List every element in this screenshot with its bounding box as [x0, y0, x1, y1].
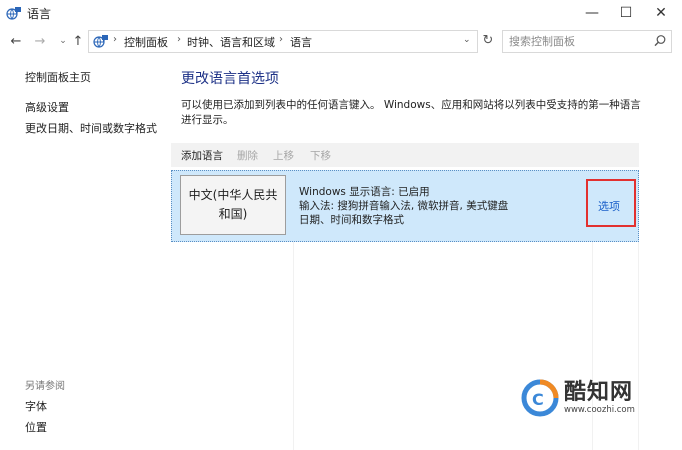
breadcrumb-clock-language-region[interactable]: 时钟、语言和区域 [187, 34, 275, 50]
search-input[interactable] [509, 33, 649, 49]
up-button[interactable]: ↑ [70, 32, 86, 50]
sidebar-date-time-format-link[interactable]: 更改日期、时间或数字格式 [25, 120, 157, 136]
control-panel-icon [93, 35, 108, 48]
watermark-url: www.coozhi.com [564, 405, 635, 415]
maximize-button[interactable]: ☐ [609, 0, 643, 26]
breadcrumb-separator: › [279, 34, 283, 45]
minimize-button[interactable]: — [575, 0, 609, 26]
see-also-location-link[interactable]: 位置 [25, 419, 47, 435]
refresh-button[interactable]: ↻ [478, 30, 498, 51]
breadcrumb-control-panel[interactable]: 控制面板 [124, 34, 168, 50]
close-button[interactable]: ✕ [644, 0, 678, 26]
options-link[interactable]: 选项 [598, 198, 620, 214]
remove-language-button[interactable]: 删除 [237, 148, 258, 163]
window-title: 语言 [27, 7, 52, 21]
page-title: 更改语言首选项 [181, 71, 279, 87]
breadcrumb-language[interactable]: 语言 [290, 34, 312, 50]
breadcrumb-separator: › [113, 34, 117, 45]
recent-locations-button[interactable]: ⌄ [55, 32, 71, 50]
see-also-heading: 另请参阅 [25, 381, 65, 392]
move-up-button[interactable]: 上移 [273, 148, 294, 163]
see-also-fonts-link[interactable]: 字体 [25, 398, 47, 414]
sidebar-advanced-settings-link[interactable]: 高级设置 [25, 99, 69, 115]
display-language-status: Windows 显示语言: 已启用 [299, 186, 430, 198]
address-bar[interactable]: › 控制面板 › 时钟、语言和区域 › 语言 ⌄ [88, 30, 478, 53]
move-down-button[interactable]: 下移 [310, 148, 331, 163]
format-info: 日期、时间和数字格式 [299, 214, 404, 226]
forward-button[interactable]: → [32, 32, 48, 50]
navigation-bar: ← → ⌄ ↑ › 控制面板 › 时钟、语言和区域 › 语言 ⌄ ↻ [0, 27, 682, 55]
input-methods-list: 输入法: 搜狗拼音输入法, 微软拼音, 美式键盘 [299, 200, 509, 212]
coozhi-logo-icon: C [521, 379, 559, 417]
chevron-down-icon[interactable]: ⌄ [463, 35, 471, 45]
language-list-item[interactable]: 中文(中华人民共和国) Windows 显示语言: 已启用 输入法: 搜狗拼音输… [171, 170, 639, 242]
back-button[interactable]: ← [8, 32, 24, 50]
column-divider [293, 242, 294, 450]
search-box[interactable] [502, 30, 672, 53]
svg-text:C: C [532, 390, 544, 409]
language-globe-icon [6, 7, 21, 20]
breadcrumb-separator: › [177, 34, 181, 45]
search-icon[interactable] [653, 34, 667, 48]
sidebar-home-link[interactable]: 控制面板主页 [25, 69, 91, 85]
title-bar: 语言 — ☐ ✕ [0, 0, 682, 26]
watermark-brand: 酷知网 [564, 380, 634, 405]
watermark: C 酷知网 www.coozhi.com [518, 372, 678, 432]
language-toolbar: 添加语言 删除 上移 下移 [171, 143, 639, 167]
page-description: 可以使用已添加到列表中的任何语言键入。 Windows、应用和网站将以列表中受支… [181, 99, 641, 126]
add-language-button[interactable]: 添加语言 [181, 148, 223, 163]
language-name-chinese[interactable]: 中文(中华人民共和国) [180, 175, 286, 235]
